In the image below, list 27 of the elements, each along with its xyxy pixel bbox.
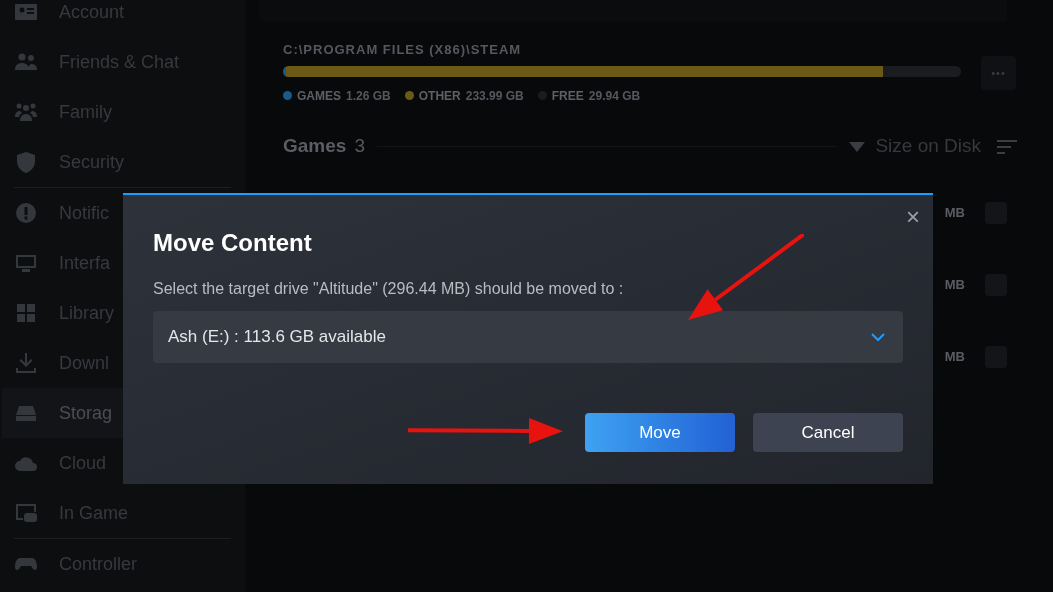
close-button[interactable]: × — [903, 205, 923, 229]
cancel-button[interactable]: Cancel — [753, 413, 903, 452]
more-button[interactable]: ••• — [981, 56, 1016, 90]
chevron-down-icon — [871, 332, 885, 342]
grid-icon — [14, 301, 38, 325]
legend-label: OTHER — [418, 87, 461, 105]
size-text: MB — [944, 347, 965, 366]
move-button[interactable]: Move — [585, 413, 735, 452]
legend-label: FREE — [551, 87, 584, 105]
caret-icon — [849, 141, 866, 152]
shield-icon — [14, 150, 38, 174]
legend-value: 233.99 GB — [465, 87, 524, 105]
dialog-title: Move Content — [153, 229, 313, 257]
size-text: MB — [944, 203, 965, 222]
install-path: C:\PROGRAM FILES (X86)\STEAM — [283, 41, 523, 59]
alert-icon — [14, 201, 38, 225]
game-count: 3 — [354, 134, 365, 159]
legend-label: GAMES — [297, 87, 341, 105]
download-icon — [14, 351, 38, 375]
drive-dropdown[interactable]: Ash (E:) : 113.6 GB available — [153, 311, 903, 363]
size-text: MB — [944, 275, 965, 294]
screen-gamepad-icon — [14, 501, 38, 525]
sort-icon — [997, 139, 1017, 154]
legend-value: 1.26 GB — [346, 87, 391, 105]
section-title: Games — [283, 134, 347, 159]
legend-value: 29.94 GB — [588, 87, 641, 105]
dialog-prompt: Select the target drive "Altitude" (296.44 MB) should be moved to : — [153, 279, 625, 299]
